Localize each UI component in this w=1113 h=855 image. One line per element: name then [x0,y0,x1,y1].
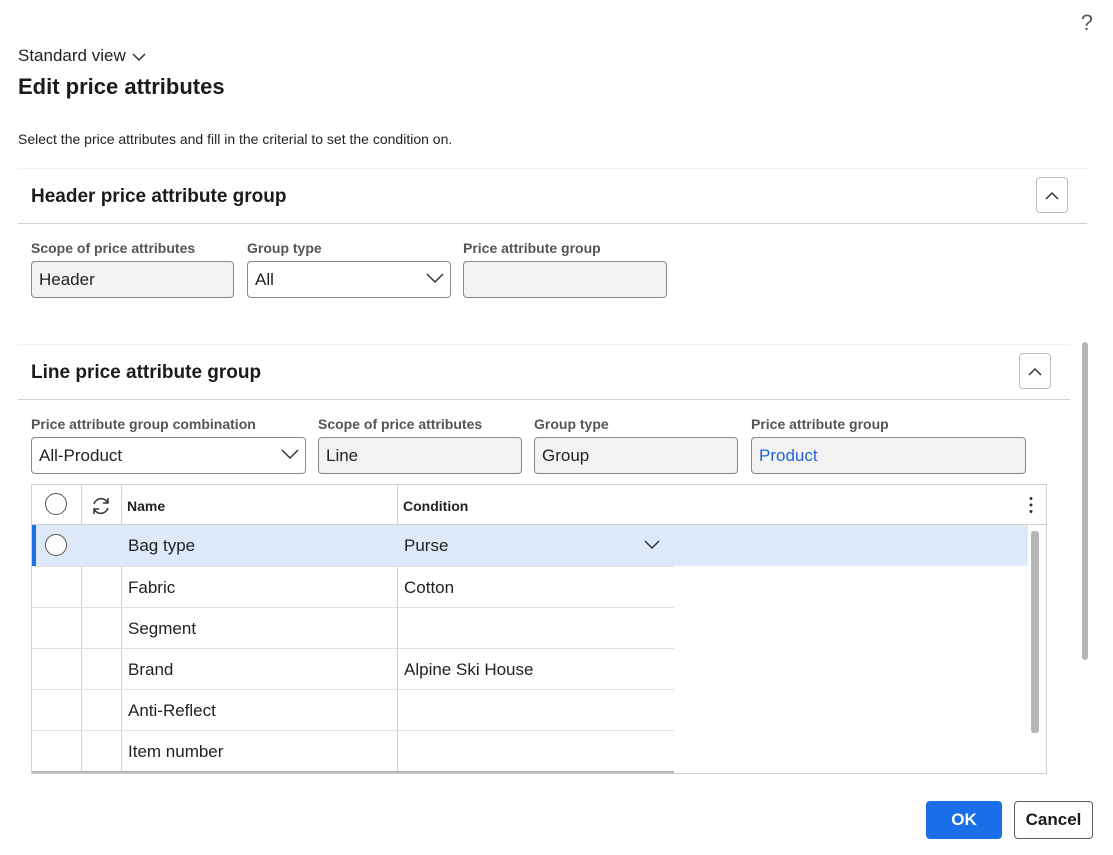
line-price-group-field[interactable]: Product [751,437,1026,474]
line-group-type-value: Group [542,446,590,465]
line-group-type-field[interactable]: Group [534,437,738,474]
header-group-header: Header price attribute group [18,168,1087,224]
grid-scrollbar[interactable] [1031,531,1039,733]
instructions-text: Select the price attributes and fill in … [18,131,453,147]
chevron-down-icon [132,52,146,61]
row-name: Anti-Reflect [128,701,216,720]
line-scope-label: Scope of price attributes [318,416,483,432]
line-combination-label: Price attribute group combination [31,416,256,432]
line-price-group-value[interactable]: Product [759,446,818,465]
line-group-header: Line price attribute group [18,344,1070,400]
header-group-section: Header price attribute group Scope of pr… [18,168,1087,308]
row-name: Fabric [128,578,176,597]
line-scope-field[interactable]: Line [318,437,522,474]
row-radio-icon[interactable] [45,534,67,556]
header-scope-value: Header [39,270,95,289]
cancel-button[interactable]: Cancel [1014,801,1093,839]
view-selector-label: Standard view [18,46,126,65]
table-row[interactable]: Segment [32,608,674,649]
table-row[interactable]: Anti-Reflect [32,690,674,731]
header-price-group-label: Price attribute group [463,240,601,256]
line-price-group-label: Price attribute group [751,416,889,432]
more-vertical-icon[interactable] [1028,496,1034,514]
header-scope-field[interactable]: Header [31,261,234,298]
ok-button[interactable]: OK [926,801,1002,839]
line-combination-select[interactable]: All-Product [31,437,306,474]
column-header-condition[interactable]: Condition [403,498,468,514]
header-group-collapse-button[interactable] [1036,177,1068,213]
page-title: Edit price attributes [18,74,225,99]
table-row[interactable]: Brand Alpine Ski House [32,649,674,690]
grid-header: Name Condition [32,485,1046,525]
attributes-grid: Name Condition Bag type Purse Fabric Cot… [31,484,1047,774]
table-row[interactable]: Bag type Purse [32,525,1028,566]
refresh-icon[interactable] [90,495,112,517]
chevron-down-icon[interactable] [644,540,660,550]
row-name: Brand [128,660,174,679]
help-icon[interactable]: ? [1081,10,1093,36]
line-group-type-label: Group type [534,416,609,432]
row-name: Bag type [128,536,196,555]
header-scope-label: Scope of price attributes [31,240,196,256]
line-group-section: Line price attribute group Price attribu… [18,344,1070,484]
chevron-up-icon [1045,191,1059,200]
line-group-collapse-button[interactable] [1019,353,1051,389]
row-name: Item number [128,742,224,761]
view-selector[interactable]: Standard view [18,46,146,66]
header-group-type-select[interactable]: All [247,261,451,298]
row-condition[interactable]: Cotton [404,578,454,598]
header-group-title: Header price attribute group [31,186,287,207]
header-group-type-value: All [255,270,274,289]
chevron-up-icon [1028,367,1042,376]
row-selected-indicator [32,525,36,566]
line-group-title: Line price attribute group [31,362,262,383]
line-combination-value: All-Product [39,446,123,465]
dialog-scrollbar[interactable] [1082,342,1088,660]
table-row[interactable]: Fabric Cotton [32,567,674,608]
row-condition[interactable]: Purse [404,536,448,556]
select-all-radio-icon[interactable] [45,493,67,515]
table-row[interactable]: Item number [32,731,674,772]
row-condition[interactable]: Alpine Ski House [404,660,533,680]
chevron-down-icon [426,273,444,284]
header-group-type-label: Group type [247,240,322,256]
row-name: Segment [128,619,197,638]
chevron-down-icon [281,449,299,460]
column-header-name[interactable]: Name [127,498,165,514]
line-scope-value: Line [326,446,359,465]
header-price-group-field[interactable] [463,261,667,298]
